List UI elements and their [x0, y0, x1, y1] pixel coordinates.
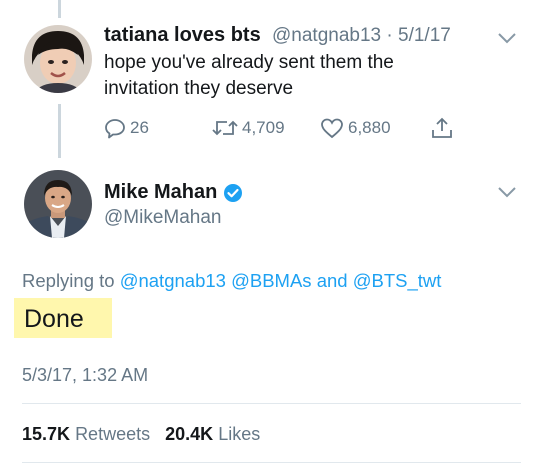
display-name-text: Mike Mahan	[104, 181, 218, 203]
avatar-tatiana[interactable]	[24, 25, 92, 93]
retweets-label: Retweets	[75, 424, 151, 444]
divider	[22, 462, 521, 463]
share-button[interactable]	[430, 117, 454, 139]
tweet-text: hope you've already sent them the invita…	[104, 50, 394, 102]
heart-icon	[321, 118, 343, 139]
mention-link[interactable]: @BTS_twt	[353, 270, 442, 291]
retweets-count: 15.7K	[22, 424, 71, 444]
replying-label: Replying to	[22, 270, 115, 291]
tweet-timestamp[interactable]: 5/3/17, 1:32 AM	[22, 365, 148, 386]
mention-link[interactable]: @BBMAs	[231, 270, 311, 291]
thread-line-middle	[58, 104, 61, 158]
mention-link[interactable]: @natgnab13	[120, 270, 226, 291]
retweet-button[interactable]: 4,709	[212, 117, 285, 139]
reply-button[interactable]: 26	[104, 117, 149, 139]
share-icon	[432, 117, 452, 138]
retweets-stat[interactable]: 15.7K Retweets	[22, 424, 150, 444]
display-name-main[interactable]: Mike Mahan	[104, 181, 243, 204]
mention-and: and	[316, 270, 348, 291]
handle-date-line: @natgnab13 · 5/1/17	[272, 25, 451, 47]
likes-count: 20.4K	[165, 424, 214, 444]
like-count: 6,880	[348, 118, 391, 137]
likes-stat[interactable]: 20.4K Likes	[165, 424, 260, 444]
thread-line-top	[58, 0, 61, 18]
reply-count: 26	[130, 118, 149, 137]
tweet-text-line-2: invitation they deserve	[104, 78, 294, 99]
reply-icon	[105, 119, 125, 139]
tweet-text-main: Done	[24, 305, 84, 333]
chevron-down-icon[interactable]	[496, 31, 518, 45]
engagement-stats: 15.7K Retweets 20.4K Likes	[22, 424, 260, 445]
chevron-down-icon[interactable]	[496, 185, 518, 199]
divider	[22, 403, 521, 404]
retweet-icon	[212, 120, 238, 136]
handle-main[interactable]: @MikeMahan	[104, 207, 222, 229]
dot-separator: ·	[386, 25, 393, 46]
likes-label: Likes	[218, 424, 261, 444]
tweet-date[interactable]: 5/1/17	[398, 25, 451, 46]
display-name[interactable]: tatiana loves bts	[104, 24, 261, 47]
replying-to: Replying to @natgnab13 @BBMAs and @BTS_t…	[22, 270, 441, 292]
handle[interactable]: @natgnab13	[272, 25, 381, 46]
retweet-count: 4,709	[242, 118, 285, 137]
avatar-mike-mahan[interactable]	[24, 170, 92, 238]
verified-badge-icon	[224, 183, 243, 202]
like-button[interactable]: 6,880	[320, 117, 391, 139]
tweet-text-line-1: hope you've already sent them the	[104, 52, 394, 73]
